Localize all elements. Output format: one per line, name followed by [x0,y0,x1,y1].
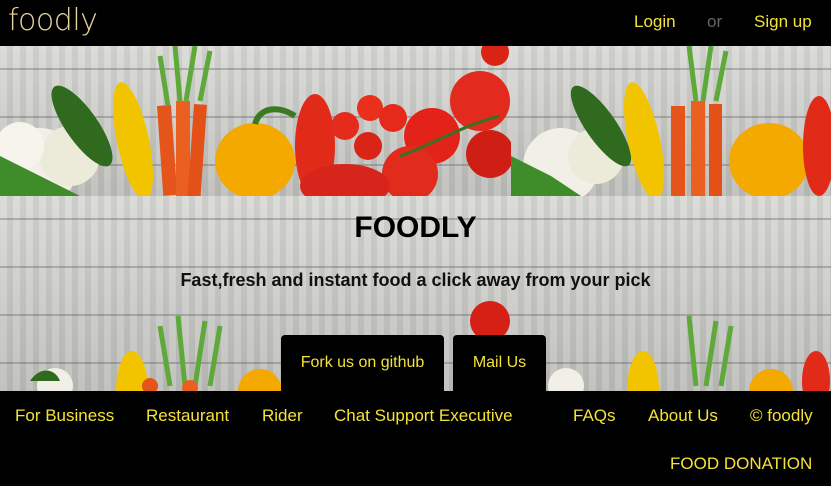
footer: For Business Restaurant Rider Chat Suppo… [0,391,831,486]
hero-subtitle: Fast,fresh and instant food a click away… [180,270,651,290]
or-separator: or [707,12,723,31]
fork-github-button[interactable]: Fork us on github [281,335,444,391]
footer-link-for-business[interactable]: For Business [15,406,114,426]
signup-link[interactable]: Sign up [754,12,812,32]
mail-us-button[interactable]: Mail Us [453,335,546,391]
footer-link-about-us[interactable]: About Us [648,406,718,426]
hero-title: FOODLY [354,211,477,244]
top-navbar: foodly Login or Sign up [0,0,831,46]
login-link[interactable]: Login [634,12,676,32]
hero-banner: FOODLY Fast,fresh and instant food a cli… [0,46,831,391]
footer-link-chat-support[interactable]: Chat Support Executive [334,406,513,426]
copyright-text: © foodly [750,406,813,425]
footer-link-rider[interactable]: Rider [262,406,303,426]
hero-background-image [0,46,511,196]
footer-link-faqs[interactable]: FAQs [573,406,616,426]
hero-background-image [511,46,831,196]
footer-link-restaurant[interactable]: Restaurant [146,406,229,426]
footer-link-food-donation[interactable]: FOOD DONATION [670,454,812,474]
foodly-logo[interactable]: foodly [8,3,98,39]
